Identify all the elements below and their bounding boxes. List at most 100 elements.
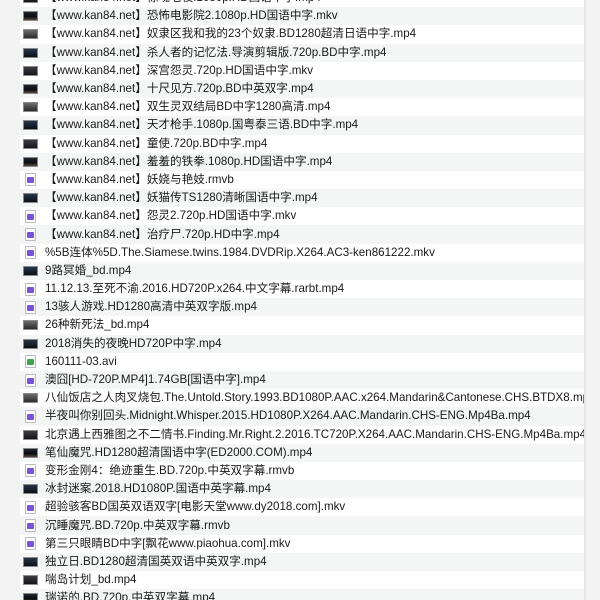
video-document-icon [25,373,36,387]
file-row[interactable]: 瑞诺的.BD.720p.中英双字幕.mp4 [20,589,586,600]
file-name: 【www.kan84.net】妖猫传TS1280清晰国语中字.mp4 [45,191,318,205]
file-row[interactable]: 【www.kan84.net】羞羞的铁拳.1080p.HD国语中字.mp4 [20,152,586,171]
file-name: 【www.kan84.net】治疗尸.720p.HD中字.mp4 [45,227,280,241]
file-row[interactable]: 【www.kan84.net】奴隶区我和我的23个奴隶.BD1280超清日语中字… [20,25,586,43]
file-row[interactable]: 26种新死法_bd.mp4 [20,316,586,334]
video-thumbnail-icon [23,11,38,22]
file-name: 【www.kan84.net】童使.720p.BD中字.mp4 [45,136,268,150]
file-name: 笔仙魔咒.HD1280超清国语中字(ED2000.COM).mp4 [45,445,313,459]
file-row[interactable]: %5B连体%5D.The.Siamese.twins.1984.DVDRip.X… [20,244,586,262]
file-row[interactable]: 160111-03.avi [20,353,586,371]
video-document-icon [25,173,36,187]
file-name: 【www.kan84.net】奴隶区我和我的23个奴隶.BD1280超清日语中字… [45,27,417,41]
file-name: 独立日.BD1280超清国英双语中英双字.mp4 [45,554,267,568]
file-name: 【www.kan84.net】惊魂七夜.1080p.HD国语中字.mp4 [45,0,321,7]
video-thumbnail-icon [23,102,38,113]
file-name: 9路冥婚_bd.mp4 [45,263,132,277]
file-name: 2018消失的夜晚HD720P中字.mp4 [45,336,222,350]
video-thumbnail-icon [23,120,38,131]
scrollbar-track[interactable] [584,0,586,600]
file-row[interactable]: 【www.kan84.net】深宫怨灵.720p.HD国语中字.mkv [20,62,586,80]
file-row[interactable]: 笔仙魔咒.HD1280超清国语中字(ED2000.COM).mp4 [20,443,586,462]
video-thumbnail-icon [23,556,38,567]
file-row[interactable]: 独立日.BD1280超清国英双语中英双字.mp4 [20,552,586,571]
file-row[interactable]: 喘岛计划_bd.mp4 [20,571,586,589]
file-name: 160111-03.avi [45,354,117,368]
file-row[interactable]: 【www.kan84.net】双生灵双结局BD中字1280高清.mp4 [20,98,586,116]
video-thumbnail-icon [23,47,38,58]
file-name: 【www.kan84.net】深宫怨灵.720p.HD国语中字.mkv [45,63,314,77]
video-thumbnail-icon [23,429,38,440]
video-thumbnail-icon [23,193,38,204]
video-thumbnail-icon [23,65,38,76]
file-row[interactable]: 八仙饭店之人肉叉烧包.The.Untold.Story.1993.BD1080P… [20,389,586,407]
video-document-icon [25,500,36,514]
video-document-icon [25,464,36,478]
file-row[interactable]: 13骇人游戏.HD1280高清中英双字版.mp4 [20,298,586,317]
file-row[interactable]: 冰封迷案.2018.HD1080P.国语中英字幕.mp4 [20,480,586,499]
file-row[interactable]: 11.12.13.至死不渝.2016.HD720P.x264.中文字幕.rarb… [20,280,586,298]
video-thumbnail-icon [23,338,38,349]
file-row[interactable]: 【www.kan84.net】杀人者的记忆法.导演剪辑版.720p.BD中字.m… [20,43,586,62]
file-row[interactable]: 2018消失的夜晚HD720P中字.mp4 [20,334,586,353]
file-row[interactable]: 半夜叫你别回头.Midnight.Whisper.2015.HD1080P.X2… [20,407,586,426]
file-row[interactable]: 【www.kan84.net】妖娆与艳妓.rmvb [20,171,586,189]
file-row[interactable]: 9路冥婚_bd.mp4 [20,261,586,280]
file-row[interactable]: 澳囧[HD-720P.MP4]1.74GB[国语中字].mp4 [20,370,586,390]
video-thumbnail-icon [23,0,38,4]
file-name: 26种新死法_bd.mp4 [45,318,150,332]
file-row[interactable]: 【www.kan84.net】妖猫传TS1280清晰国语中字.mp4 [20,189,586,208]
video-document-icon [25,300,36,314]
finder-window: 【www.kan84.net】惊魂七夜.1080p.HD国语中字.mp4 【www… [20,0,586,600]
file-row[interactable]: 【www.kan84.net】治疗尸.720p.HD中字.mp4 [20,225,586,244]
video-document-icon [25,519,36,533]
video-document-icon [25,282,36,296]
video-thumbnail-icon [23,138,38,149]
file-row[interactable]: 超验骇客BD国英双语双字[电影天堂www.dy2018.com].mkv [20,498,586,516]
file-row[interactable]: 第三只眼睛BD中字[飘花www.piaohua.com].mkv [20,535,586,553]
file-name: 冰封迷案.2018.HD1080P.国语中英字幕.mp4 [45,482,271,496]
file-name: 超验骇客BD国英双语双字[电影天堂www.dy2018.com].mkv [45,500,346,514]
file-row[interactable]: 【www.kan84.net】怨灵2.720p.HD国语中字.mkv [20,207,586,225]
file-row[interactable]: 【www.kan84.net】天才枪手.1080p.国粤泰三语.BD中字.mp4 [20,116,586,135]
video-document-icon [25,537,36,551]
file-name: 【www.kan84.net】羞羞的铁拳.1080p.HD国语中字.mp4 [45,154,333,168]
file-name: 瑞诺的.BD.720p.中英双字幕.mp4 [45,591,216,600]
video-thumbnail-icon [23,156,38,167]
file-row[interactable]: 【www.kan84.net】十尺见方.720p.BD中英双字.mp4 [20,79,586,99]
file-name: 北京遇上西雅图之不二情书.Finding.Mr.Right.2.2016.TC7… [45,427,586,441]
file-name: 13骇人游戏.HD1280高清中英双字版.mp4 [45,300,257,314]
file-row[interactable]: 【www.kan84.net】恐怖电影院2.1080p.HD国语中字.mkv [20,7,586,26]
file-row[interactable]: 沉睡魔咒.BD.720p.中英双字幕.rmvb [20,516,586,535]
video-thumbnail-icon [23,84,38,95]
video-thumbnail-icon [23,320,38,331]
file-row[interactable]: 【www.kan84.net】童使.720p.BD中字.mp4 [20,135,586,153]
file-name: 八仙饭店之人肉叉烧包.The.Untold.Story.1993.BD1080P… [45,391,586,405]
video-thumbnail-icon [23,29,38,40]
file-name: 【www.kan84.net】恐怖电影院2.1080p.HD国语中字.mkv [45,9,338,23]
video-document-green-icon [25,355,36,369]
video-document-icon [25,228,36,242]
video-document-icon [25,209,36,223]
file-name: 【www.kan84.net】天才枪手.1080p.国粤泰三语.BD中字.mp4 [45,118,359,132]
video-document-icon [25,409,36,423]
video-thumbnail-icon [23,484,38,495]
file-name: 【www.kan84.net】杀人者的记忆法.导演剪辑版.720p.BD中字.m… [45,45,387,59]
file-name: 【www.kan84.net】双生灵双结局BD中字1280高清.mp4 [45,100,331,114]
file-name: 半夜叫你别回头.Midnight.Whisper.2015.HD1080P.X2… [45,409,531,423]
file-name: 喘岛计划_bd.mp4 [45,573,137,587]
file-name: 沉睡魔咒.BD.720p.中英双字幕.rmvb [45,518,230,532]
video-document-icon [25,246,36,260]
video-thumbnail-icon [23,447,38,458]
file-row[interactable]: 【www.kan84.net】惊魂七夜.1080p.HD国语中字.mp4 [20,0,586,7]
file-name: 第三只眼睛BD中字[飘花www.piaohua.com].mkv [45,536,291,550]
file-list[interactable]: 【www.kan84.net】惊魂七夜.1080p.HD国语中字.mp4 【www… [20,0,586,600]
file-name: 变形金刚4：绝迹重生.BD.720p.中英双字幕.rmvb [45,463,295,477]
file-row[interactable]: 变形金刚4：绝迹重生.BD.720p.中英双字幕.rmvb [20,462,586,480]
file-row[interactable]: 北京遇上西雅图之不二情书.Finding.Mr.Right.2.2016.TC7… [20,426,586,444]
video-thumbnail-icon [23,593,38,600]
file-name: 【www.kan84.net】怨灵2.720p.HD国语中字.mkv [45,209,297,223]
video-thumbnail-icon [23,575,38,586]
video-thumbnail-icon [23,265,38,276]
file-name: 11.12.13.至死不渝.2016.HD720P.x264.中文字幕.rarb… [45,282,345,296]
